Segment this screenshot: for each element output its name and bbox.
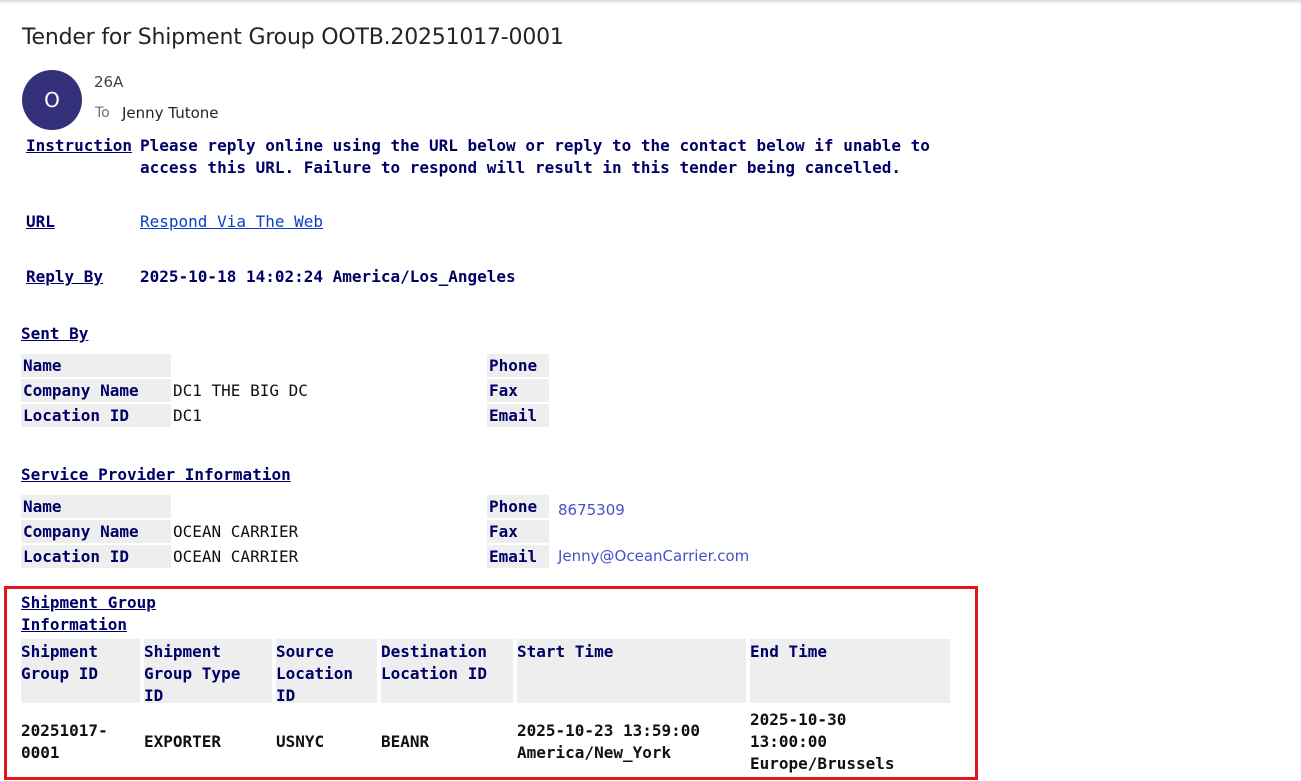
header-shipment-group-id: Shipment Group ID	[21, 639, 140, 703]
sp-email-link[interactable]: Jenny@OceanCarrier.com	[558, 545, 749, 568]
header-end-time: End Time	[750, 639, 950, 703]
cell-shipment-group-type-id: EXPORTER	[144, 732, 222, 751]
header-text: Group Type	[144, 664, 241, 683]
sp-phone-label: Phone	[487, 495, 549, 518]
header-text: Shipment	[21, 642, 99, 661]
sent-by-email-label: Email	[487, 404, 549, 427]
avatar-initial: O	[44, 88, 60, 112]
header-source-location-id: Source Location ID	[276, 639, 377, 705]
cell-text: 13:00:00	[750, 732, 828, 751]
sender-name[interactable]: 26A	[94, 73, 123, 91]
email-subject: Tender for Shipment Group OOTB.20251017-…	[22, 25, 564, 50]
sent-by-location-value: DC1	[173, 406, 202, 425]
header-text: ID	[144, 686, 164, 705]
to-label: To	[95, 105, 110, 121]
sent-by-location-label: Location ID	[21, 404, 171, 427]
sent-by-fax-label: Fax	[487, 379, 549, 402]
sp-company-value: OCEAN CARRIER	[173, 522, 299, 541]
header-shipment-group-type-id: Shipment Group Type ID	[144, 639, 272, 705]
header-text: Shipment	[144, 642, 222, 661]
shipment-group-title-line-1: Shipment Group	[21, 593, 156, 612]
header-text: Source	[276, 642, 334, 661]
cell-source-location-id: USNYC	[276, 732, 325, 751]
header-destination-location-id: Destination Location ID	[381, 639, 513, 703]
sp-location-value: OCEAN CARRIER	[173, 547, 299, 566]
cell-shipment-group-id: 20251017- 0001	[21, 720, 108, 764]
sp-location-label: Location ID	[21, 545, 171, 568]
cell-text: Europe/Brussels	[750, 754, 895, 773]
instruction-line-2: access this URL. Failure to respond will…	[140, 158, 901, 177]
service-provider-title: Service Provider Information	[21, 465, 291, 484]
sent-by-company-label: Company Name	[21, 379, 171, 402]
sent-by-phone-label: Phone	[487, 354, 549, 377]
header-start-time: Start Time	[517, 639, 746, 703]
reply-by-value: 2025-10-18 14:02:24 America/Los_Angeles	[140, 267, 516, 286]
sent-by-title: Sent By	[21, 324, 89, 343]
avatar[interactable]: O	[22, 70, 82, 130]
top-divider	[0, 0, 1301, 4]
respond-via-web-link[interactable]: Respond Via The Web	[140, 212, 323, 231]
shipment-group-title-line-2: Information	[21, 615, 127, 634]
sp-phone-link[interactable]: 8675309	[558, 499, 625, 522]
header-text: Location	[276, 664, 354, 683]
cell-text: America/New_York	[517, 743, 672, 762]
sp-company-label: Company Name	[21, 520, 171, 543]
sent-by-company-value: DC1 THE BIG DC	[173, 381, 308, 400]
cell-start-time: 2025-10-23 13:59:00 America/New_York	[517, 720, 700, 764]
cell-text: 20251017-	[21, 721, 108, 740]
header-text: Location ID	[381, 664, 487, 683]
cell-text: 2025-10-30	[750, 710, 847, 729]
sp-fax-label: Fax	[487, 520, 549, 543]
sent-by-name-label: Name	[21, 354, 171, 377]
header-text: Start Time	[517, 642, 614, 661]
header-text: Destination	[381, 642, 487, 661]
cell-end-time: 2025-10-30 13:00:00 Europe/Brussels	[750, 709, 895, 775]
instruction-label: Instruction	[26, 136, 132, 155]
header-text: ID	[276, 686, 296, 705]
cell-text: 0001	[21, 743, 60, 762]
reply-by-label: Reply By	[26, 267, 104, 286]
header-text: End Time	[750, 642, 828, 661]
cell-text: 2025-10-23 13:59:00	[517, 721, 701, 740]
instruction-line-1: Please reply online using the URL below …	[140, 136, 930, 155]
header-text: Group ID	[21, 664, 99, 683]
url-label: URL	[26, 212, 55, 231]
sp-email-label: Email	[487, 545, 549, 568]
cell-destination-location-id: BEANR	[381, 732, 430, 751]
recipient-name[interactable]: Jenny Tutone	[122, 104, 219, 122]
sp-name-label: Name	[21, 495, 171, 518]
